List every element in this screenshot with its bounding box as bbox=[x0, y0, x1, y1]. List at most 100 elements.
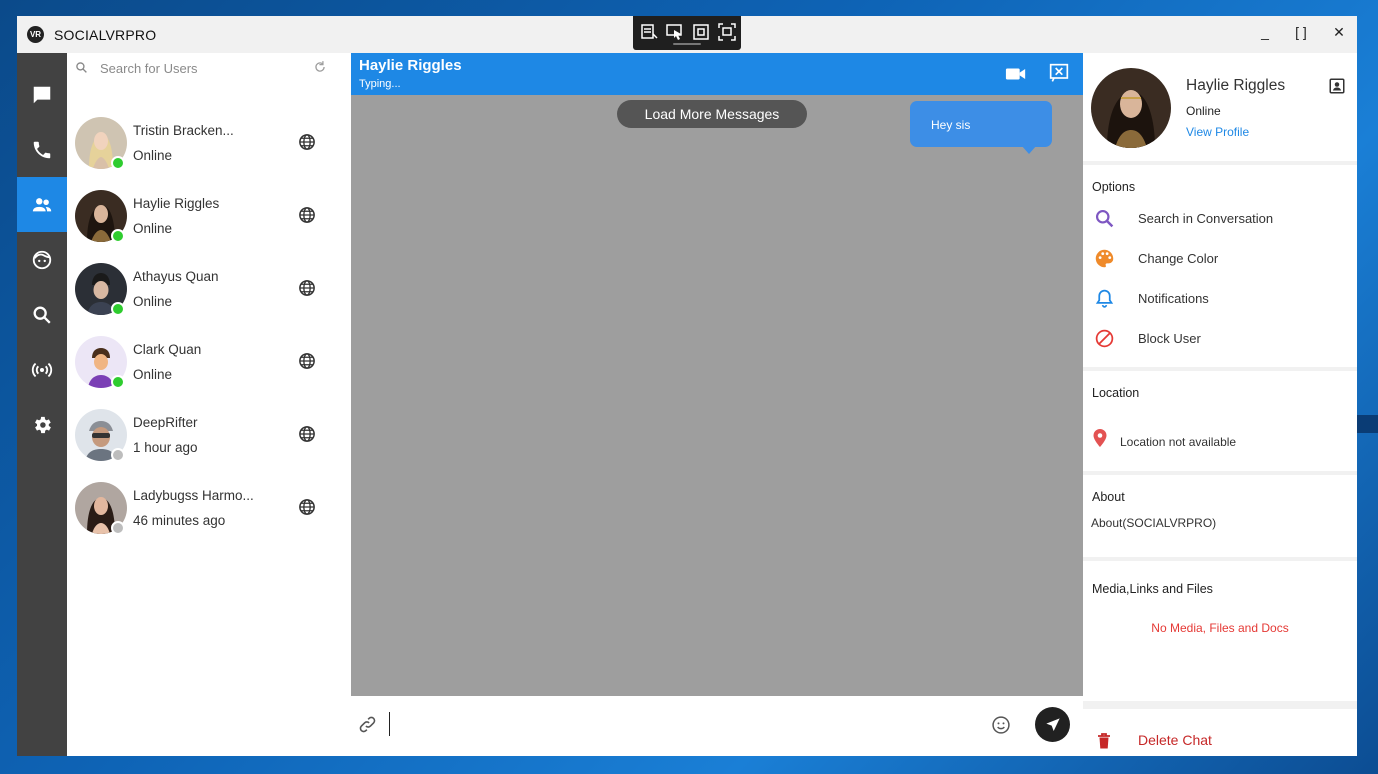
message-bubble-outgoing: Hey sis bbox=[910, 101, 1052, 147]
capture-window-icon[interactable] bbox=[691, 22, 711, 42]
capture-fullscreen-icon[interactable] bbox=[717, 22, 737, 42]
gear-icon bbox=[35, 416, 51, 433]
user-name: Clark Quan bbox=[133, 342, 202, 357]
capture-cursor-icon[interactable] bbox=[665, 22, 685, 42]
about-section: About About(SOCIALVRPRO) bbox=[1083, 475, 1357, 557]
message-bubble-tail bbox=[1021, 145, 1037, 154]
contact-card-icon[interactable] bbox=[1328, 77, 1346, 95]
user-status: Online bbox=[133, 148, 173, 163]
typing-indicator: Typing... bbox=[359, 78, 401, 90]
user-search-bar bbox=[67, 53, 351, 83]
face-icon bbox=[32, 250, 52, 269]
rail-settings[interactable] bbox=[17, 397, 67, 452]
capture-toolbar-handle[interactable] bbox=[673, 43, 701, 45]
user-search-input[interactable] bbox=[100, 58, 300, 78]
search-icon bbox=[33, 306, 51, 324]
globe-icon[interactable] bbox=[298, 425, 316, 443]
globe-icon[interactable] bbox=[298, 206, 316, 224]
load-more-messages-button[interactable]: Load More Messages bbox=[617, 100, 807, 128]
location-title: Location bbox=[1092, 386, 1140, 400]
video-call-icon[interactable] bbox=[1005, 65, 1027, 83]
user-list-item[interactable]: Haylie Riggles Online bbox=[67, 190, 351, 263]
online-status-indicator bbox=[111, 302, 125, 316]
option-label: Block User bbox=[1138, 331, 1201, 346]
globe-icon[interactable] bbox=[298, 498, 316, 516]
options-title: Options bbox=[1092, 180, 1136, 194]
globe-icon[interactable] bbox=[298, 133, 316, 151]
chat-panel: Haylie Riggles Typing... Load More Messa… bbox=[351, 53, 1083, 756]
search-in-conversation-option[interactable]: Search in Conversation bbox=[1083, 201, 1357, 235]
minimize-button[interactable]: _ bbox=[1253, 24, 1277, 40]
user-name: Athayus Quan bbox=[133, 269, 219, 284]
location-section: Location Location not available bbox=[1083, 371, 1357, 471]
location-text: Location not available bbox=[1120, 435, 1237, 449]
emoji-icon[interactable] bbox=[991, 715, 1011, 735]
capture-region-icon[interactable] bbox=[639, 22, 659, 42]
chat-header: Haylie Riggles Typing... bbox=[351, 53, 1083, 95]
rail-broadcast[interactable] bbox=[17, 342, 67, 397]
user-status: 46 minutes ago bbox=[133, 513, 226, 528]
send-icon bbox=[1045, 717, 1060, 731]
location-pin-icon bbox=[1093, 429, 1107, 447]
user-list-item[interactable]: Athayus Quan Online bbox=[67, 263, 351, 336]
option-label: Change Color bbox=[1138, 251, 1219, 266]
media-section: Media,Links and Files No Media, Files an… bbox=[1083, 561, 1357, 701]
user-name: Haylie Riggles bbox=[133, 196, 220, 211]
profile-name: Haylie Riggles bbox=[1186, 77, 1286, 94]
icon-rail bbox=[17, 53, 67, 756]
user-list-item[interactable]: DeepRifter 1 hour ago bbox=[67, 409, 351, 482]
user-list-panel: Tristin Bracken... Online Haylie Riggles… bbox=[67, 53, 351, 756]
user-list-item[interactable]: Ladybugss Harmo... 46 minutes ago bbox=[67, 482, 351, 555]
user-name: DeepRifter bbox=[133, 415, 198, 430]
app-window: VR SOCIALVRPRO _ [ ] ✕ Search for Users … bbox=[17, 16, 1357, 756]
bell-icon bbox=[1095, 289, 1114, 308]
rail-avatars[interactable] bbox=[17, 232, 67, 287]
maximize-button[interactable]: [ ] bbox=[1289, 24, 1313, 40]
profile-status: Online bbox=[1186, 104, 1221, 118]
user-status: Online bbox=[133, 221, 173, 236]
user-status: Online bbox=[133, 367, 173, 382]
delete-chat-option[interactable]: Delete Chat bbox=[1083, 709, 1357, 756]
close-chat-icon[interactable] bbox=[1049, 63, 1069, 83]
block-icon bbox=[1095, 329, 1114, 348]
rail-calls[interactable] bbox=[17, 122, 67, 177]
block-user-option[interactable]: Block User bbox=[1083, 321, 1357, 355]
user-list-item[interactable]: Clark Quan Online bbox=[67, 336, 351, 409]
offline-status-indicator bbox=[111, 448, 125, 462]
change-color-option[interactable]: Change Color bbox=[1083, 241, 1357, 275]
notifications-option[interactable]: Notifications bbox=[1083, 281, 1357, 315]
app-logo-icon: VR bbox=[27, 26, 44, 43]
option-label: Notifications bbox=[1138, 291, 1209, 306]
option-label: Search in Conversation bbox=[1138, 211, 1274, 226]
offline-status-indicator bbox=[111, 521, 125, 535]
profile-header: Haylie Riggles Online View Profile bbox=[1083, 53, 1357, 161]
desktop-background-strip bbox=[1357, 415, 1378, 433]
search-icon bbox=[76, 62, 87, 73]
view-profile-link[interactable]: View Profile bbox=[1186, 125, 1249, 139]
profile-avatar bbox=[1091, 68, 1171, 148]
media-title: Media,Links and Files bbox=[1092, 582, 1213, 596]
refresh-icon[interactable] bbox=[313, 60, 327, 74]
user-list-item[interactable]: Tristin Bracken... Online bbox=[67, 117, 351, 190]
media-empty-text: No Media, Files and Docs bbox=[1151, 621, 1289, 635]
search-icon bbox=[1095, 209, 1114, 228]
user-name: Ladybugss Harmo... bbox=[133, 488, 254, 503]
attach-link-icon[interactable] bbox=[358, 715, 377, 734]
app-title: SOCIALVRPRO bbox=[54, 27, 157, 43]
send-button[interactable] bbox=[1035, 707, 1070, 742]
close-button[interactable]: ✕ bbox=[1327, 24, 1351, 41]
chat-icon bbox=[33, 86, 51, 103]
message-area[interactable]: Load More Messages Hey sis bbox=[351, 95, 1083, 696]
phone-icon bbox=[33, 141, 51, 158]
about-title: About bbox=[1092, 490, 1125, 504]
rail-search[interactable] bbox=[17, 287, 67, 342]
message-input[interactable] bbox=[389, 712, 979, 736]
rail-chats[interactable] bbox=[17, 67, 67, 122]
capture-toolbar bbox=[633, 16, 741, 50]
globe-icon[interactable] bbox=[298, 352, 316, 370]
people-icon bbox=[32, 197, 52, 211]
about-text: About(SOCIALVRPRO) bbox=[1091, 516, 1217, 530]
user-status: Online bbox=[133, 294, 173, 309]
rail-contacts[interactable] bbox=[17, 177, 67, 232]
globe-icon[interactable] bbox=[298, 279, 316, 297]
